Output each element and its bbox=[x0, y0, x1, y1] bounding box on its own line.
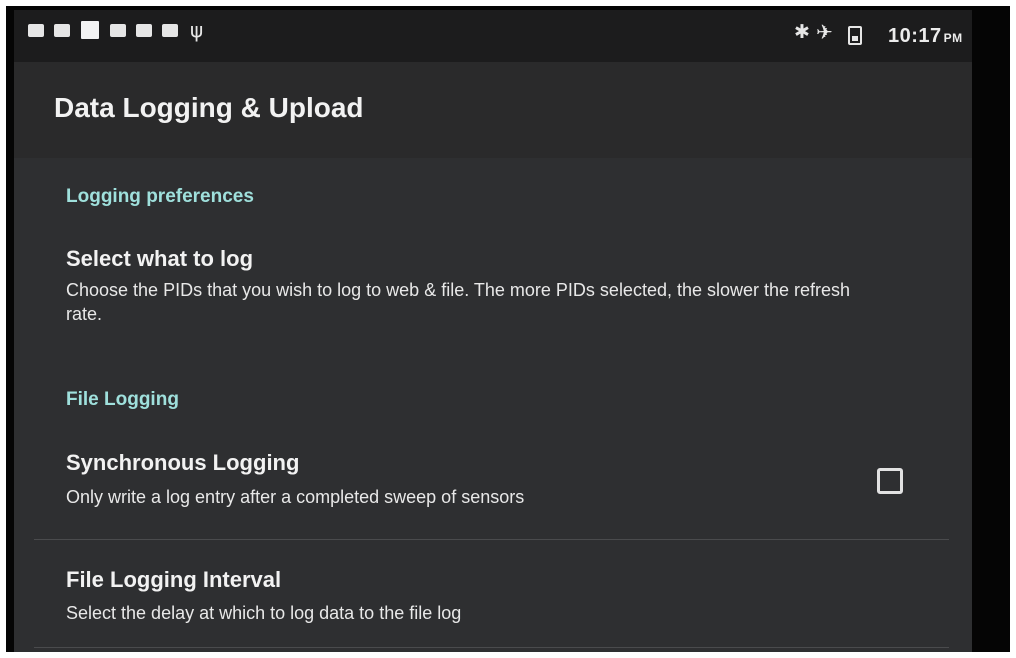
notification-icon bbox=[136, 24, 152, 37]
pref-summary: Only write a log entry after a completed… bbox=[66, 487, 525, 507]
category-logging-preferences: Logging preferences bbox=[66, 186, 254, 207]
notification-icon bbox=[110, 24, 126, 37]
airplane-mode-icon: ✈ bbox=[816, 20, 833, 44]
usb-icon: ψ bbox=[190, 18, 204, 42]
divider bbox=[34, 539, 949, 540]
device-screen: ψ ✱ ✈ 10:17 PM Data Logging & Upload Logg… bbox=[14, 10, 972, 652]
device-frame: ψ ✱ ✈ 10:17 PM Data Logging & Upload Logg… bbox=[6, 6, 1010, 652]
status-clock: 10:17 PM bbox=[888, 25, 963, 47]
pref-summary: Choose the PIDs that you wish to log to … bbox=[66, 280, 851, 324]
category-file-logging: File Logging bbox=[66, 389, 179, 410]
pref-title: File Logging Interval bbox=[66, 567, 282, 592]
image-icon bbox=[162, 24, 178, 37]
bluetooth-icon: ✱ bbox=[794, 21, 810, 43]
app-bar: Data Logging & Upload bbox=[14, 62, 972, 158]
synchronous-logging-checkbox[interactable] bbox=[877, 468, 903, 494]
pref-title: Synchronous Logging bbox=[66, 450, 300, 475]
status-bar: ψ ✱ ✈ 10:17 PM bbox=[14, 10, 972, 62]
notification-icon bbox=[28, 24, 44, 37]
page-title: Data Logging & Upload bbox=[54, 92, 364, 123]
notification-icon bbox=[81, 21, 99, 39]
divider bbox=[34, 647, 949, 648]
pref-summary: Select the delay at which to log data to… bbox=[66, 603, 462, 623]
notification-icon bbox=[54, 24, 70, 37]
pref-title: Select what to log bbox=[66, 246, 254, 271]
battery-icon bbox=[848, 26, 862, 45]
pref-file-logging-interval[interactable] bbox=[34, 541, 949, 645]
